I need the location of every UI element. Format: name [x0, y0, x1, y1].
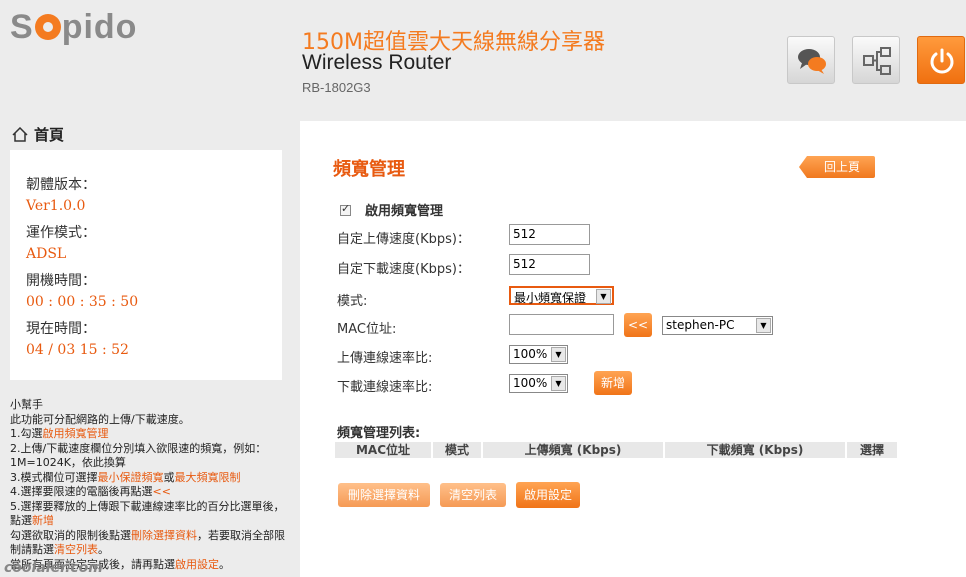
helper-line: 4.選擇要限速的電腦後再點選<< [10, 485, 171, 498]
power-icon [930, 48, 954, 74]
mac-fill-button[interactable]: << [624, 313, 652, 337]
download-ratio-select[interactable]: 100% ▼ [509, 374, 568, 393]
back-button[interactable]: 回上頁 [799, 156, 875, 178]
helper-line: 勾選欲取消的限制後點選刪除選擇資料，若要取消全部限制請點選清空列表。 [10, 528, 285, 557]
download-ratio-value: 100% [513, 376, 548, 390]
helper-title: 小幫手 [10, 398, 43, 411]
download-speed-label: 自定下載速度(Kbps)： [337, 262, 470, 277]
mode-value: ADSL [26, 246, 67, 262]
download-ratio-label: 下載連線速率比: [337, 380, 433, 395]
list-title: 頻寬管理列表: [337, 426, 421, 441]
product-title-en: Wireless Router [302, 51, 452, 74]
chevron-down-icon: ▼ [551, 376, 566, 391]
column-header: 模式 [433, 442, 481, 458]
home-label: 首頁 [34, 126, 65, 144]
helper-text: 小幫手 此功能可分配網路的上傳/下載速度。 1.勾選啟用頻寬管理 2.上傳/下載… [10, 398, 286, 572]
helper-line: 3.模式欄位可選擇最小保證頻寬或最大頻寬限制 [10, 470, 241, 484]
helper-line: 5.選擇要釋放的上傳跟下載連線速率比的百分比選單後，點選新增 [10, 499, 285, 528]
upload-ratio-select[interactable]: 100% ▼ [509, 345, 568, 364]
power-button[interactable] [917, 36, 965, 84]
delete-selected-button[interactable]: 刪除選擇資料 [338, 483, 430, 507]
home-link[interactable]: 首頁 [12, 124, 64, 145]
enable-label: 啟用頻寬管理 [365, 204, 444, 219]
pc-select[interactable]: stephen-PC ▼ [662, 316, 773, 335]
sapido-logo: Spido [10, 8, 138, 46]
network-topology-icon [863, 47, 891, 75]
helper-line: 1.勾選啟用頻寬管理 [10, 427, 109, 440]
enable-checkbox[interactable] [340, 202, 351, 216]
pc-select-value: stephen-PC [666, 318, 735, 332]
network-button[interactable] [852, 36, 900, 84]
chevron-down-icon: ▼ [551, 347, 566, 362]
helper-line: 2.上傳/下載速度欄位分別填入欲限速的頻寬，例如：1M=1024K，依此換算 [10, 441, 267, 470]
chat-button[interactable] [787, 36, 835, 84]
clear-list-button[interactable]: 清空列表 [440, 483, 506, 507]
model-number: RB-1802G3 [302, 80, 371, 95]
system-info-box: 韌體版本： Ver1.0.0 運作模式： ADSL 開機時間： 00 : 00 … [10, 150, 282, 380]
chevron-down-icon: ▼ [756, 318, 771, 333]
uptime-value: 00 : 00 : 35 : 50 [26, 294, 139, 310]
chat-bubbles-icon [798, 49, 826, 74]
firmware-label: 韌體版本： [26, 177, 96, 193]
download-speed-input[interactable]: 512 [509, 254, 590, 275]
home-icon [12, 126, 28, 142]
upload-speed-label: 自定上傳速度(Kbps)： [337, 232, 470, 247]
chevron-down-icon: ▼ [596, 289, 611, 304]
uptime-label: 開機時間： [26, 273, 96, 289]
qos-table-header: MAC位址 模式 上傳頻寬 (Kbps) 下載頻寬 (Kbps) 選擇 [335, 442, 899, 458]
column-header: MAC位址 [335, 442, 431, 458]
mac-input[interactable] [509, 314, 614, 335]
helper-line: 此功能可分配網路的上傳/下載速度。 [10, 412, 190, 426]
firmware-value: Ver1.0.0 [26, 198, 86, 214]
mode-field-label: 模式: [337, 294, 368, 309]
watermark: coolaler.com [4, 560, 103, 576]
mode-label: 運作模式： [26, 225, 96, 241]
upload-ratio-label: 上傳連線速率比: [337, 351, 433, 366]
mode-select[interactable]: 最小頻寬保證 ▼ [509, 286, 614, 305]
column-header: 下載頻寬 (Kbps) [665, 442, 845, 458]
column-header: 選擇 [847, 442, 897, 458]
upload-speed-input[interactable]: 512 [509, 224, 590, 245]
enable-qos-row[interactable]: 啟用頻寬管理 [340, 200, 443, 219]
mac-label: MAC位址: [337, 322, 397, 337]
mode-select-value: 最小頻寬保證 [514, 291, 587, 305]
page-title: 頻寬管理 [333, 159, 405, 180]
apply-settings-button[interactable]: 啟用設定 [516, 482, 580, 508]
upload-ratio-value: 100% [513, 347, 548, 361]
current-time-label: 現在時間： [26, 321, 96, 337]
add-button[interactable]: 新增 [594, 371, 632, 395]
column-header: 上傳頻寬 (Kbps) [483, 442, 663, 458]
current-time-value: 04 / 03 15 : 52 [26, 342, 129, 358]
